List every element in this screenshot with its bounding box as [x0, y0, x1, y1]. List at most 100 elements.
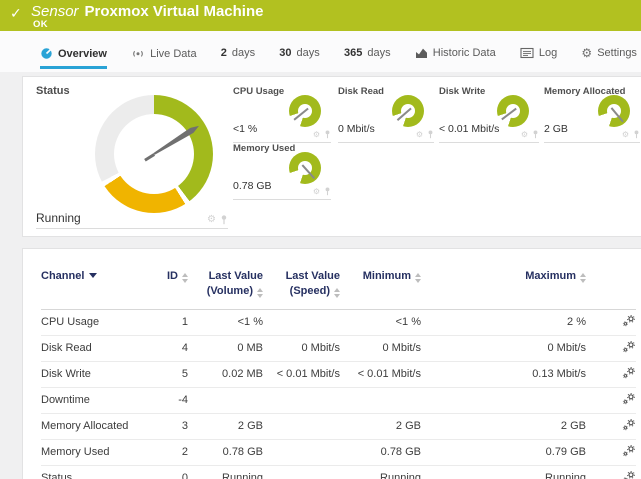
cell-id: 2	[158, 439, 188, 465]
column-header-last-value-speed[interactable]: Last Value(Speed)	[263, 263, 340, 309]
cell-maximum: 0.13 Mbit/s	[421, 361, 586, 387]
pin-icon[interactable]	[633, 130, 640, 139]
cell-id: 3	[158, 413, 188, 439]
tab-30-days[interactable]: 30 days	[279, 47, 320, 65]
cell-last-value-speed	[263, 309, 340, 335]
pin-icon[interactable]	[532, 130, 539, 139]
cell-last-value-speed	[263, 413, 340, 439]
tab-label: Live Data	[150, 48, 196, 60]
column-header-id[interactable]: ID	[158, 263, 188, 309]
channel-settings-icon[interactable]	[622, 392, 636, 405]
tab-2-days[interactable]: 2 days	[221, 47, 255, 65]
channel-settings-icon[interactable]	[622, 366, 636, 379]
gear-icon[interactable]: ⚙	[416, 131, 423, 139]
cell-minimum: 0 Mbit/s	[340, 335, 421, 361]
gear-icon[interactable]: ⚙	[313, 188, 320, 196]
gear-icon[interactable]: ⚙	[521, 131, 528, 139]
gauge-dial	[497, 95, 529, 127]
table-row: CPU Usage 1 <1 % <1 % 2 %	[41, 309, 636, 335]
tab-label: Settings	[597, 47, 637, 59]
gauge-memory-allocated[interactable]: Memory Allocated 2 GB ⚙	[544, 86, 640, 143]
tab-label: days	[367, 47, 390, 59]
channel-table: Channel ID Last Value(Volume) Last Value…	[41, 263, 636, 479]
gauge-value: <1 %	[233, 123, 257, 135]
cell-minimum	[340, 387, 421, 413]
cell-maximum: Running	[421, 465, 586, 479]
gauge-icon	[40, 47, 53, 60]
cell-id: 0	[158, 465, 188, 479]
chevron-down-icon	[89, 273, 97, 278]
gauge-cpu-usage[interactable]: CPU Usage <1 % ⚙	[233, 86, 331, 143]
channel-settings-icon[interactable]	[622, 340, 636, 353]
channel-table-panel: Channel ID Last Value(Volume) Last Value…	[22, 248, 641, 479]
gauge-memory-used[interactable]: Memory Used 0.78 GB ⚙	[233, 143, 331, 200]
cell-last-value-speed	[263, 439, 340, 465]
column-header-maximum[interactable]: Maximum	[421, 263, 586, 309]
gauge-needle	[591, 88, 636, 133]
status-panel: Status Running ⚙ CPU Usage	[22, 76, 641, 237]
channel-settings-icon[interactable]	[622, 470, 636, 479]
tab-number: 365	[344, 47, 362, 59]
cell-channel: Memory Used	[41, 439, 158, 465]
gauge-dial	[598, 95, 630, 127]
tab-overview[interactable]: Overview	[40, 47, 107, 69]
tab-settings[interactable]: ⚙ Settings	[581, 47, 637, 65]
cell-channel: Disk Read	[41, 335, 158, 361]
column-header-last-value-volume[interactable]: Last Value(Volume)	[188, 263, 263, 309]
tab-label: Log	[539, 47, 557, 59]
gauge-value: < 0.01 Mbit/s	[439, 123, 499, 135]
gauge-label: Disk Write	[439, 86, 485, 97]
gear-icon: ⚙	[581, 47, 592, 59]
cell-id: 4	[158, 335, 188, 361]
column-header-channel[interactable]: Channel	[41, 263, 158, 309]
channel-settings-icon[interactable]	[622, 418, 636, 431]
cell-id: 5	[158, 361, 188, 387]
tab-365-days[interactable]: 365 days	[344, 47, 391, 65]
cell-last-value-volume: 2 GB	[188, 413, 263, 439]
status-gauge-title: Status	[36, 85, 70, 97]
tab-historic-data[interactable]: Historic Data	[415, 47, 496, 65]
pin-icon[interactable]	[427, 130, 434, 139]
gauge-label: Disk Read	[338, 86, 384, 97]
cell-channel: Downtime	[41, 387, 158, 413]
cell-channel: Disk Write	[41, 361, 158, 387]
table-row: Memory Allocated 3 2 GB 2 GB 2 GB	[41, 413, 636, 439]
gear-icon[interactable]: ⚙	[313, 131, 320, 139]
tab-number: 2	[221, 47, 227, 59]
channel-settings-icon[interactable]	[622, 314, 636, 327]
gauge-needle	[282, 145, 327, 190]
table-row: Downtime -4	[41, 387, 636, 413]
cell-minimum: 0.78 GB	[340, 439, 421, 465]
pin-icon[interactable]	[324, 130, 331, 139]
pin-icon[interactable]	[324, 187, 331, 196]
chart-icon	[415, 47, 428, 59]
cell-channel: Status	[41, 465, 158, 479]
sensor-header: ✓ SensorProxmox Virtual Machine OK	[0, 0, 641, 31]
channel-settings-icon[interactable]	[622, 444, 636, 457]
gauge-disk-read[interactable]: Disk Read 0 Mbit/s ⚙	[338, 86, 434, 143]
status-gauge-value: Running	[36, 211, 81, 225]
tab-log[interactable]: Log	[520, 47, 557, 65]
cell-channel: CPU Usage	[41, 309, 158, 335]
tab-label: days	[232, 47, 255, 59]
pin-icon[interactable]	[220, 215, 228, 225]
column-header-minimum[interactable]: Minimum	[340, 263, 421, 309]
table-row: Status 0 Running Running Running	[41, 465, 636, 479]
gauge-label: CPU Usage	[233, 86, 284, 97]
status-gauge[interactable]	[95, 95, 213, 213]
cell-maximum: 2 %	[421, 309, 586, 335]
gear-icon[interactable]: ⚙	[622, 131, 629, 139]
cell-last-value-speed: < 0.01 Mbit/s	[263, 361, 340, 387]
gauge-needle	[282, 88, 327, 133]
table-row: Memory Used 2 0.78 GB 0.78 GB 0.79 GB	[41, 439, 636, 465]
cell-minimum: 2 GB	[340, 413, 421, 439]
live-icon	[131, 47, 145, 60]
cell-last-value-volume: Running	[188, 465, 263, 479]
cell-minimum: < 0.01 Mbit/s	[340, 361, 421, 387]
gauge-dial	[392, 95, 424, 127]
cell-minimum: Running	[340, 465, 421, 479]
cell-id: 1	[158, 309, 188, 335]
gauge-disk-write[interactable]: Disk Write < 0.01 Mbit/s ⚙	[439, 86, 539, 143]
tab-live-data[interactable]: Live Data	[131, 47, 196, 66]
gear-icon[interactable]: ⚙	[207, 215, 216, 225]
